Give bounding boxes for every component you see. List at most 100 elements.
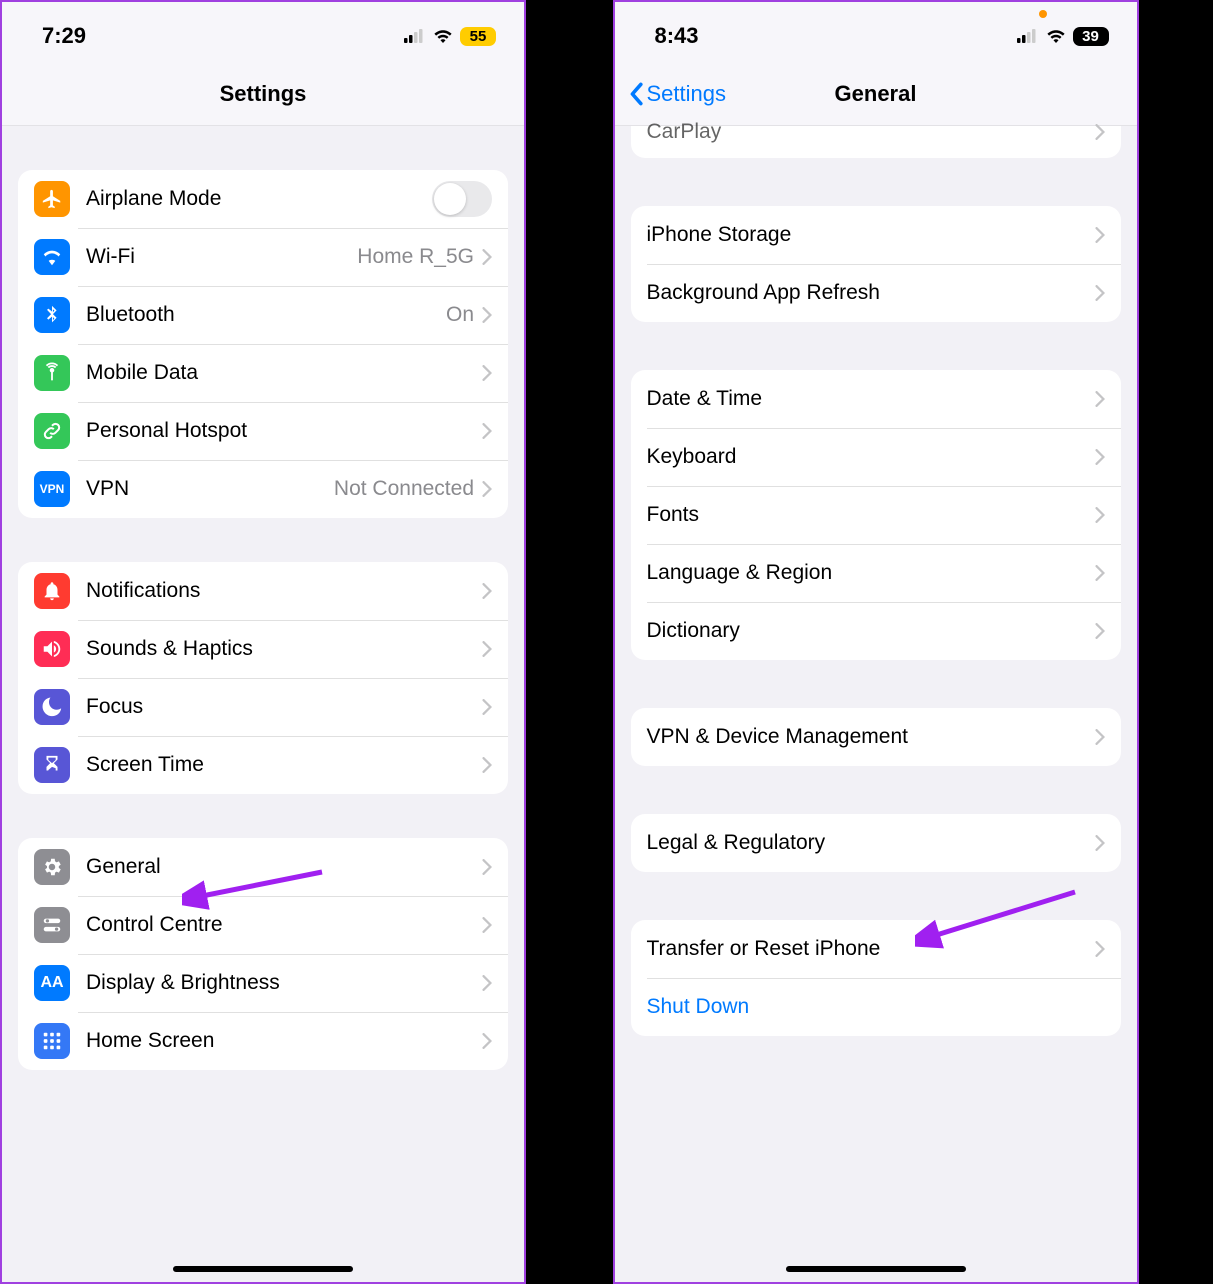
row-label: Display & Brightness: [86, 971, 482, 995]
row-label: Language & Region: [647, 561, 1095, 585]
chevron-right-icon: [482, 757, 492, 773]
row-notifications[interactable]: Notifications: [18, 562, 508, 620]
row-label: Screen Time: [86, 753, 482, 777]
chevron-right-icon: [1095, 285, 1105, 301]
vpn-icon: VPN: [34, 471, 70, 507]
battery-indicator: 55: [460, 27, 496, 46]
chevron-right-icon: [482, 699, 492, 715]
page-title: Settings: [220, 81, 307, 107]
chevron-right-icon: [1095, 227, 1105, 243]
status-icons: 55: [404, 27, 496, 46]
airplane-icon: [34, 181, 70, 217]
general-group-locale: Date & Time Keyboard Fonts Language & Re…: [631, 370, 1121, 660]
chevron-right-icon: [482, 917, 492, 933]
chevron-right-icon: [1095, 565, 1105, 581]
settings-content[interactable]: Airplane Mode Wi-Fi Home R_5G Bluetooth …: [2, 170, 524, 1110]
chevron-right-icon: [482, 481, 492, 497]
row-shut-down[interactable]: Shut Down: [631, 978, 1121, 1036]
row-label: VPN: [86, 477, 334, 501]
row-transfer-reset[interactable]: Transfer or Reset iPhone: [631, 920, 1121, 978]
wifi-icon: [34, 239, 70, 275]
status-time: 8:43: [655, 23, 699, 49]
page-title: General: [835, 81, 917, 107]
bell-icon: [34, 573, 70, 609]
row-label: Date & Time: [647, 387, 1095, 411]
row-mobile-data[interactable]: Mobile Data: [18, 344, 508, 402]
row-dictionary[interactable]: Dictionary: [631, 602, 1121, 660]
chevron-right-icon: [482, 1033, 492, 1049]
moon-icon: [34, 689, 70, 725]
row-screen-time[interactable]: Screen Time: [18, 736, 508, 794]
row-label: Fonts: [647, 503, 1095, 527]
chevron-right-icon: [1095, 623, 1105, 639]
chevron-left-icon: [627, 82, 645, 106]
row-display-brightness[interactable]: AA Display & Brightness: [18, 954, 508, 1012]
airplane-toggle[interactable]: [432, 181, 492, 217]
row-control-centre[interactable]: Control Centre: [18, 896, 508, 954]
row-label: iPhone Storage: [647, 223, 1095, 247]
row-fonts[interactable]: Fonts: [631, 486, 1121, 544]
general-content[interactable]: CarPlay iPhone Storage Background App Re…: [615, 126, 1137, 1076]
row-iphone-storage[interactable]: iPhone Storage: [631, 206, 1121, 264]
row-keyboard[interactable]: Keyboard: [631, 428, 1121, 486]
home-indicator[interactable]: [173, 1266, 353, 1272]
link-icon: [34, 413, 70, 449]
wifi-icon: [1045, 28, 1067, 44]
settings-group-system: General Control Centre AA Display & Brig…: [18, 838, 508, 1070]
row-label: Keyboard: [647, 445, 1095, 469]
general-group-reset: Transfer or Reset iPhone Shut Down: [631, 920, 1121, 1036]
chevron-right-icon: [482, 583, 492, 599]
status-bar: 7:29 55: [2, 2, 524, 62]
chevron-right-icon: [482, 365, 492, 381]
row-label: Focus: [86, 695, 482, 719]
general-group-storage: iPhone Storage Background App Refresh: [631, 206, 1121, 322]
row-home-screen[interactable]: Home Screen: [18, 1012, 508, 1070]
cellular-icon: [404, 29, 426, 43]
row-focus[interactable]: Focus: [18, 678, 508, 736]
nav-header: Settings General: [615, 62, 1137, 126]
bluetooth-icon: [34, 297, 70, 333]
wifi-icon: [432, 28, 454, 44]
row-sounds[interactable]: Sounds & Haptics: [18, 620, 508, 678]
row-airplane-mode[interactable]: Airplane Mode: [18, 170, 508, 228]
row-date-time[interactable]: Date & Time: [631, 370, 1121, 428]
row-label: Personal Hotspot: [86, 419, 482, 443]
row-label: Transfer or Reset iPhone: [647, 937, 1095, 961]
phone-general: 8:43 39 Settings General CarPlay iPhone …: [613, 0, 1139, 1284]
gear-icon: [34, 849, 70, 885]
chevron-right-icon: [482, 975, 492, 991]
status-bar: 8:43 39: [615, 2, 1137, 62]
back-button[interactable]: Settings: [627, 81, 727, 107]
row-label: Dictionary: [647, 619, 1095, 643]
row-general[interactable]: General: [18, 838, 508, 896]
row-vpn-device-management[interactable]: VPN & Device Management: [631, 708, 1121, 766]
row-label: Home Screen: [86, 1029, 482, 1053]
privacy-indicator-icon: [1039, 10, 1047, 18]
chevron-right-icon: [1095, 124, 1105, 140]
row-language-region[interactable]: Language & Region: [631, 544, 1121, 602]
row-label: Mobile Data: [86, 361, 482, 385]
speaker-icon: [34, 631, 70, 667]
row-background-app-refresh[interactable]: Background App Refresh: [631, 264, 1121, 322]
row-vpn[interactable]: VPN VPN Not Connected: [18, 460, 508, 518]
chevron-right-icon: [1095, 835, 1105, 851]
chevron-right-icon: [482, 249, 492, 265]
cellular-icon: [1017, 29, 1039, 43]
row-label: Control Centre: [86, 913, 482, 937]
settings-group-connectivity: Airplane Mode Wi-Fi Home R_5G Bluetooth …: [18, 170, 508, 518]
row-label: Bluetooth: [86, 303, 446, 327]
row-bluetooth[interactable]: Bluetooth On: [18, 286, 508, 344]
general-group-vpn: VPN & Device Management: [631, 708, 1121, 766]
status-icons: 39: [1017, 27, 1109, 46]
row-label: VPN & Device Management: [647, 725, 1095, 749]
row-personal-hotspot[interactable]: Personal Hotspot: [18, 402, 508, 460]
chevron-right-icon: [482, 859, 492, 875]
row-wifi[interactable]: Wi-Fi Home R_5G: [18, 228, 508, 286]
row-legal-regulatory[interactable]: Legal & Regulatory: [631, 814, 1121, 872]
home-indicator[interactable]: [786, 1266, 966, 1272]
row-label: CarPlay: [647, 120, 1095, 144]
chevron-right-icon: [1095, 507, 1105, 523]
nav-header: Settings: [2, 62, 524, 126]
row-carplay-partial[interactable]: CarPlay: [631, 126, 1121, 158]
row-value: Not Connected: [334, 477, 474, 501]
